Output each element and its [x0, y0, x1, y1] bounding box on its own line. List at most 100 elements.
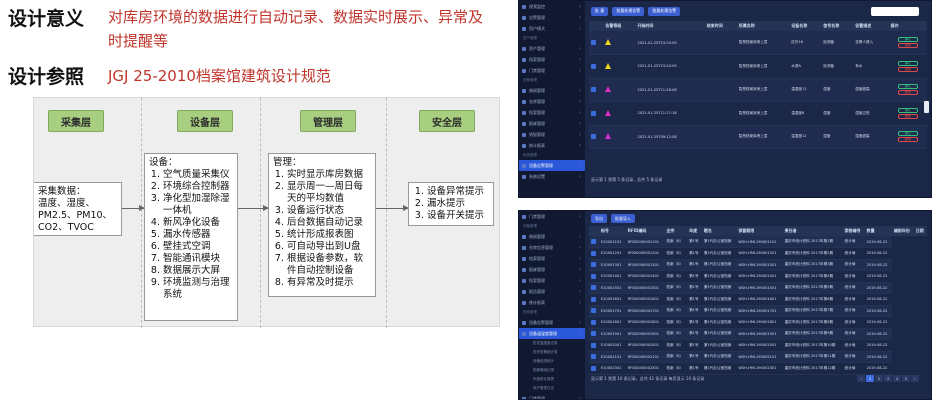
table-row[interactable]: E10001501 RFID0000001501 档案（8） 第1号 第1代办公室档案 W… — [589, 282, 927, 294]
table-cell: 2019-08-22 — [864, 328, 892, 340]
sidebar-item[interactable]: 门禁管理 › — [519, 65, 585, 76]
sidebar-item[interactable]: 借阅管理 › — [519, 231, 585, 242]
table-row[interactable]: E10002001 RFID0000002001 档案（8） 第1号 第1代办公室档案 W… — [589, 339, 927, 352]
table-row[interactable]: E10001901 RFID0000001901 档案（8） 第1号 第1代办公室档案 W… — [589, 328, 927, 340]
table-row[interactable]: E10001401 RFID0000001401 档案（8） 第1号 第1代办公室档案 W… — [589, 270, 927, 283]
page-button[interactable]: › — [911, 375, 919, 382]
confirm-button[interactable]: 确认 — [897, 107, 918, 113]
delete-button[interactable]: 删除 — [897, 43, 918, 48]
sidebar-subitem[interactable]: 历史温湿度记录 — [519, 339, 585, 348]
row-checkbox[interactable] — [591, 40, 596, 45]
sidebar-item[interactable]: 视频监控 › — [519, 1, 585, 12]
sidebar-subitem[interactable]: 档案借阅记录 — [519, 366, 585, 375]
page-button[interactable]: 2 — [875, 375, 883, 382]
batch-button[interactable]: 批 量 — [591, 6, 609, 16]
sidebar-item[interactable]: 报废管理 › — [519, 264, 585, 275]
scroll-handle[interactable] — [924, 101, 929, 113]
row-checkbox[interactable] — [591, 134, 596, 140]
batch-handle-button-2[interactable]: 批量处理告警 — [648, 6, 681, 16]
export-button[interactable]: 导出 — [591, 214, 607, 223]
delete-button[interactable]: 删除 — [897, 137, 918, 143]
row-checkbox[interactable] — [591, 87, 596, 93]
menu-icon — [522, 321, 526, 325]
table-row[interactable]: 2021-01-25T23:20:09 智慧档案库房上层 红外16 检测值 告警人侵入确… — [589, 31, 927, 55]
page-button[interactable]: 1 — [866, 375, 874, 382]
row-checkbox[interactable] — [591, 365, 596, 371]
sidebar-subitem[interactable]: 年度统计报表 — [519, 375, 585, 384]
row-checkbox[interactable] — [591, 262, 596, 268]
row-checkbox[interactable] — [591, 63, 596, 69]
sidebar-item[interactable]: 仓库信息管理 › — [519, 242, 585, 253]
sidebar-item[interactable]: 门禁管理 › — [519, 393, 585, 399]
chevron-right-icon: › — [579, 14, 581, 21]
row-checkbox[interactable] — [591, 250, 596, 256]
table-row[interactable]: 2021-01-25T11:27:18 智慧档案库房上层 温湿度8 湿度 湿度过低 确认删… — [589, 101, 927, 126]
row-checkbox[interactable] — [591, 239, 596, 244]
row-checkbox[interactable] — [591, 354, 596, 360]
sidebar-item[interactable]: 设备告警管理 › — [519, 160, 585, 171]
table-row[interactable]: E10001801 RFID0000001801 档案（8） 第1号 第1代办公室档案 W… — [589, 316, 927, 329]
sidebar-item-label: 设备告警管理 — [529, 162, 553, 168]
page-button[interactable]: 4 — [893, 375, 901, 382]
table-cell: 重庆市统计资料 2017年第10期 — [782, 339, 843, 352]
row-checkbox[interactable] — [591, 342, 596, 348]
table-row[interactable]: 2021-01-25T09:12:08 智慧档案库房上层 温湿度12 湿度 湿度超高 确认… — [589, 125, 927, 149]
row-checkbox[interactable] — [591, 110, 596, 116]
sidebar-item[interactable]: 资产管理 › — [519, 43, 585, 54]
table-row[interactable]: E10001201 RFID0000001201 档案（8） 第1号 第1代办公室档案 W… — [589, 247, 927, 260]
table-row[interactable]: E10001301 RFID0000001301 档案（8） 第1号 第1代办公室档案 W… — [589, 259, 927, 271]
confirm-button[interactable]: 确认 — [897, 84, 918, 90]
confirm-button[interactable]: 确认 — [897, 131, 918, 137]
table-cell: 统计局 — [842, 339, 865, 352]
table-row[interactable]: E10002301 RFID0000002301 档案（8） 第1号 第1代办公室档案 W… — [589, 362, 927, 375]
table-row[interactable]: 2021-01-25T11:28:08 智慧档案库房上层 温湿度11 湿度 湿度超高 确认… — [589, 78, 927, 102]
sidebar-item[interactable]: 档案管理 › — [519, 54, 585, 65]
delete-button[interactable]: 删除 — [897, 66, 918, 72]
table-row[interactable]: E10001701 RFID0000001701 档案（8） 第1号 第1代办公室档案 W… — [589, 305, 927, 317]
delete-button[interactable]: 删除 — [897, 113, 918, 119]
sidebar-item[interactable]: 设备告警管理 › — [519, 317, 585, 328]
table-row[interactable]: 2021-01-25T23:20:09 智慧档案库房上层 水浸& 检测值 有水 确认 删除 — [589, 54, 927, 79]
row-checkbox[interactable] — [591, 273, 596, 279]
sidebar-item[interactable]: 统计报表 › — [519, 297, 585, 308]
column-header: 所属名称 — [736, 21, 790, 31]
sidebar-item[interactable]: 档案管理 › — [519, 253, 585, 264]
sidebar-item[interactable]: 告警管理 › — [519, 12, 585, 23]
sidebar-item[interactable]: 报告管理 › — [519, 286, 585, 297]
sidebar-item[interactable]: 设备温湿度管理 › — [519, 328, 585, 339]
page-button[interactable]: 3 — [884, 375, 892, 382]
row-checkbox[interactable] — [591, 319, 596, 325]
row-select-cell — [589, 316, 599, 329]
confirm-button[interactable]: 确认 — [897, 37, 918, 42]
menu-icon — [522, 111, 526, 115]
page-button[interactable]: ‹ — [857, 375, 865, 382]
delete-button[interactable]: 删除 — [897, 90, 918, 96]
sidebar-item[interactable]: 系统设置 › — [519, 171, 585, 182]
sidebar-subitem[interactable]: 历史告警统计表 — [519, 348, 585, 357]
row-checkbox[interactable] — [591, 285, 596, 291]
page-button[interactable]: 5 — [902, 375, 910, 382]
batch-handle-button[interactable]: 批量处理告警 — [612, 6, 645, 16]
sidebar-item[interactable]: 档案管理 › — [519, 275, 585, 286]
sidebar-subitem[interactable]: 设备检测统计 — [519, 357, 585, 366]
search-input[interactable] — [871, 7, 919, 16]
sidebar-item[interactable]: 仓库管理 › — [519, 96, 585, 107]
table-row[interactable]: E10002101 RFID0000002101 档案（8） 第1号 第1代办公室档案 W… — [589, 351, 927, 363]
column-header: 年度 — [687, 226, 702, 236]
row-checkbox[interactable] — [591, 331, 596, 337]
row-checkbox[interactable] — [591, 296, 596, 302]
table-row[interactable]: E10001601 RFID0000001601 档案（8） 第1号 第1代办公室档案 W… — [589, 293, 927, 306]
sidebar-item[interactable]: 销毁管理 › — [519, 129, 585, 140]
table-cell: 2019-08-22 — [864, 351, 892, 363]
sidebar-item[interactable]: 报废管理 › — [519, 118, 585, 129]
confirm-button[interactable]: 确认 — [897, 60, 918, 66]
row-checkbox[interactable] — [591, 308, 596, 314]
sidebar-item[interactable]: 档案管理 › — [519, 107, 585, 118]
table-row[interactable]: E10001101 RFID0000001101 档案（8） 第1号 第1代办公室档案 W… — [589, 236, 927, 248]
sidebar-item[interactable]: 门禁管理 › — [519, 211, 585, 222]
import-button[interactable]: 批量导入 — [611, 214, 635, 223]
sidebar-item[interactable]: 借阅管理 › — [519, 85, 585, 96]
sidebar-item[interactable]: 统计报表 › — [519, 140, 585, 151]
sidebar-subitem[interactable]: 用户登录日志 — [519, 384, 585, 393]
sidebar-item[interactable]: 用户模式 › — [519, 23, 585, 34]
